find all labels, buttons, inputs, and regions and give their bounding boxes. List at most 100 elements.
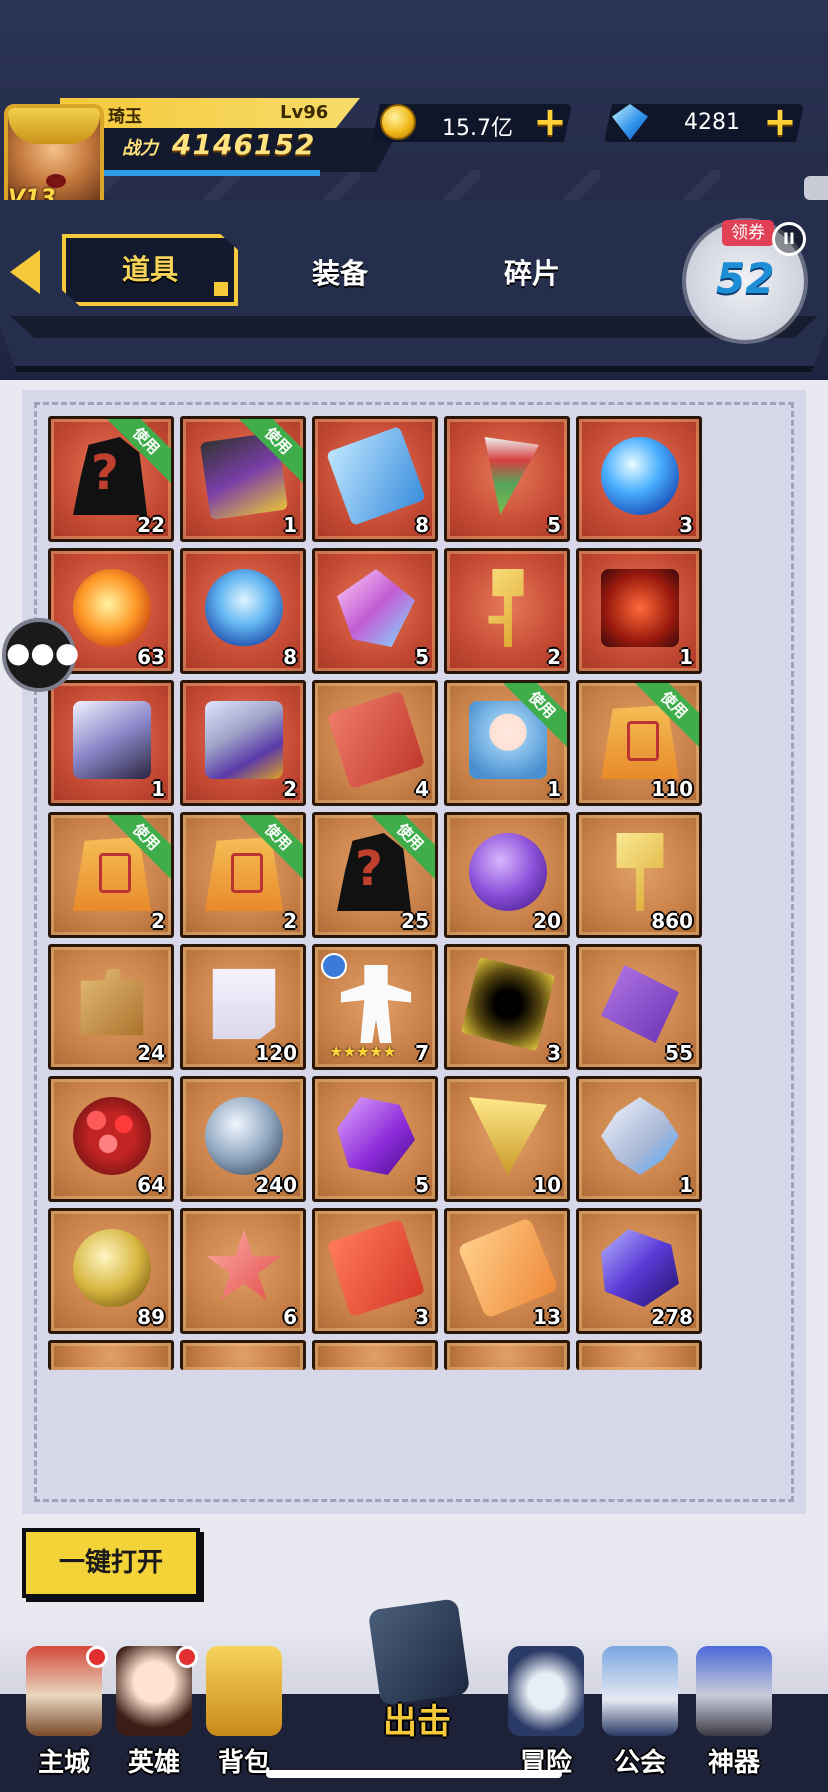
- promo-number: 52: [716, 254, 775, 303]
- swirl-orb-icon: [205, 569, 283, 647]
- metal-ball-icon: [205, 1097, 283, 1175]
- flower-bouquet-icon: [73, 1097, 151, 1175]
- inventory-slot[interactable]: 860: [576, 812, 702, 938]
- inventory-slot[interactable]: 5: [312, 548, 438, 674]
- avatar-hair: [8, 108, 100, 144]
- item-count: 1: [679, 1173, 693, 1197]
- inventory-slot[interactable]: 2 使用: [180, 812, 306, 938]
- golden-ankh-key-icon: [488, 569, 524, 647]
- inventory-slot[interactable]: ★★★★★ 7: [312, 944, 438, 1070]
- nav-label: 英雄: [127, 1748, 180, 1778]
- inventory-slot[interactable]: 22使用: [48, 416, 174, 542]
- power-label: 战力: [122, 138, 158, 159]
- inventory-grid: 22使用1使用8536385211241使用110使用2使用2使用25使用208…: [48, 416, 788, 1498]
- inventory-slot[interactable]: 20: [444, 812, 570, 938]
- inventory-slot[interactable]: 64: [48, 1076, 174, 1202]
- fire-orb-icon: [73, 569, 151, 647]
- nav-artifact-sword[interactable]: 神器: [684, 1646, 784, 1786]
- nav-crossed-swords[interactable]: 出击: [362, 1598, 472, 1744]
- nav-hero-portrait[interactable]: 英雄: [104, 1646, 204, 1786]
- inventory-slot[interactable]: 2 使用: [48, 812, 174, 938]
- inventory-slot-partial[interactable]: [48, 1340, 174, 1370]
- tab-fragments[interactable]: 碎片: [504, 252, 560, 292]
- inventory-slot[interactable]: 1: [48, 680, 174, 806]
- guild-banner-icon: [602, 1646, 678, 1736]
- inventory-slot[interactable]: 1 使用: [444, 680, 570, 806]
- compass-icon: [508, 1646, 584, 1736]
- inventory-slot[interactable]: 2: [180, 680, 306, 806]
- inventory-slot[interactable]: 1: [576, 548, 702, 674]
- inventory-slot[interactable]: 3: [312, 1208, 438, 1334]
- inventory-slot[interactable]: 2: [444, 548, 570, 674]
- inventory-slot-partial[interactable]: [576, 1340, 702, 1370]
- inventory-slot[interactable]: 5: [312, 1076, 438, 1202]
- nav-label: 主城: [37, 1748, 90, 1778]
- artifact-sword-icon: [696, 1646, 772, 1736]
- inventory-slot-partial[interactable]: [312, 1340, 438, 1370]
- rainbow-crystal-icon: [337, 569, 415, 647]
- inventory-slot[interactable]: 55: [576, 944, 702, 1070]
- crystal-cubes-icon: [601, 1097, 679, 1175]
- player-level: Lv96: [280, 102, 329, 123]
- item-count: 20: [533, 909, 561, 933]
- inventory-slot[interactable]: 1 使用: [180, 416, 306, 542]
- item-count: 4: [415, 777, 429, 801]
- home-indicator[interactable]: [266, 1770, 562, 1778]
- inventory-slot[interactable]: 3: [444, 944, 570, 1070]
- item-count: 3: [547, 1041, 561, 1065]
- scroll-paper-icon: [212, 968, 276, 1040]
- warframe-portrait-icon: [205, 701, 283, 779]
- item-count: 1: [283, 513, 297, 537]
- pause-icon[interactable]: II: [772, 222, 806, 256]
- inventory-slot[interactable]: 278: [576, 1208, 702, 1334]
- purple-gem-icon: [337, 1097, 415, 1175]
- inventory-slot[interactable]: 10: [444, 1076, 570, 1202]
- crossed-swords-icon: [367, 1598, 471, 1706]
- chat-bubble-icon[interactable]: ●●●: [2, 618, 79, 692]
- side-handle[interactable]: [804, 176, 828, 200]
- nav-label: 出击: [383, 1702, 451, 1742]
- gold-coin-icon: [380, 104, 416, 140]
- inventory-slot[interactable]: 6: [180, 1208, 306, 1334]
- item-count: 10: [533, 1173, 561, 1197]
- inventory-slot[interactable]: 8: [180, 548, 306, 674]
- item-count: 1: [547, 777, 561, 801]
- dark-gem-icon: [601, 1229, 679, 1307]
- item-count: 3: [415, 1305, 429, 1329]
- inventory-slot[interactable]: 5: [444, 416, 570, 542]
- nav-castle[interactable]: 主城: [14, 1646, 114, 1786]
- item-count: 2: [283, 777, 297, 801]
- tab-items[interactable]: 道具: [62, 234, 238, 306]
- inventory-slot[interactable]: 240: [180, 1076, 306, 1202]
- back-arrow-icon[interactable]: [10, 250, 40, 294]
- experience-bar: [100, 170, 320, 176]
- nav-guild-banner[interactable]: 公会: [590, 1646, 690, 1786]
- purple-orb-icon: [469, 833, 547, 911]
- golden-pyramid-icon: [469, 1097, 547, 1175]
- inventory-slot[interactable]: 25使用: [312, 812, 438, 938]
- inventory-slot[interactable]: 13: [444, 1208, 570, 1334]
- inventory-slot-partial[interactable]: [180, 1340, 306, 1370]
- inventory-slot[interactable]: 3: [576, 416, 702, 542]
- inventory-slot[interactable]: 1: [576, 1076, 702, 1202]
- item-count: 2: [151, 909, 165, 933]
- nav-compass[interactable]: 冒险: [496, 1646, 596, 1786]
- inventory-slot[interactable]: 89: [48, 1208, 174, 1334]
- inventory-slot-partial[interactable]: [444, 1340, 570, 1370]
- item-count: 110: [651, 777, 693, 801]
- tab-equipment[interactable]: 装备: [312, 252, 368, 292]
- red-dragon-icon: [601, 569, 679, 647]
- add-diamond-button[interactable]: +: [762, 102, 798, 142]
- inventory-slot[interactable]: 110 使用: [576, 680, 702, 806]
- add-gold-button[interactable]: +: [532, 102, 568, 142]
- item-count: 22: [137, 513, 165, 537]
- nav-label: 神器: [707, 1748, 760, 1778]
- inventory-slot[interactable]: 4: [312, 680, 438, 806]
- open-all-button[interactable]: 一键打开: [22, 1528, 200, 1598]
- inventory-slot[interactable]: 24: [48, 944, 174, 1070]
- inventory-slot[interactable]: 120: [180, 944, 306, 1070]
- inventory-slot[interactable]: 8: [312, 416, 438, 542]
- nav-backpack[interactable]: 背包: [194, 1646, 294, 1786]
- item-count: 2: [547, 645, 561, 669]
- gold-orb-icon: [73, 1229, 151, 1307]
